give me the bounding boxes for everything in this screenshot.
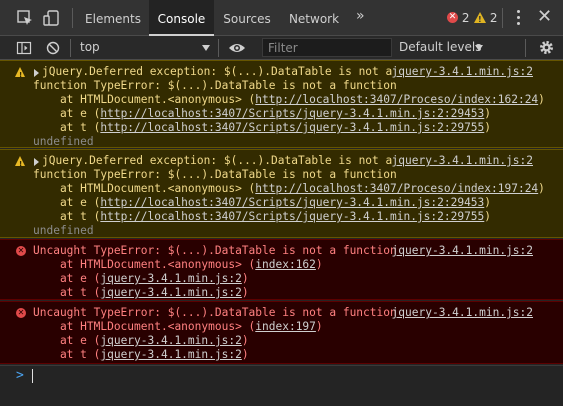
stack-line: at t (jquery-3.4.1.min.js:2) (33, 348, 249, 361)
error-icon: ✕ (16, 246, 26, 256)
warning-icon: ! (15, 156, 25, 168)
stack-link[interactable]: index:197 (255, 320, 316, 333)
stack-line: at e (http://localhost:3407/Scripts/jque… (33, 107, 492, 120)
stack-link[interactable]: jquery-3.4.1.min.js:2 (100, 272, 241, 285)
tab-divider (72, 8, 73, 28)
stack-line: at t (jquery-3.4.1.min.js:2) (33, 286, 249, 299)
clear-console-icon[interactable] (45, 40, 61, 56)
source-link[interactable]: jquery-3.4.1.min.js:2 (392, 306, 533, 320)
console-warning-message[interactable]: ! jQuery.Deferred exception: $(...).Data… (0, 149, 563, 238)
error-counter[interactable]: ✕ 2 (447, 11, 469, 25)
stack-link[interactable]: jquery-3.4.1.min.js:2 (100, 286, 241, 299)
console-warning-message[interactable]: ! jQuery.Deferred exception: $(...).Data… (0, 60, 563, 148)
stack-line: at t (http://localhost:3407/Scripts/jque… (33, 210, 492, 223)
message-text: Uncaught TypeError: $(...).DataTable is … (33, 244, 397, 257)
message-text: jQuery.Deferred exception: $(...).DataTa… (42, 65, 393, 78)
stack-line: at e (jquery-3.4.1.min.js:2) (33, 334, 249, 347)
warning-counter[interactable]: ! 2 (474, 11, 497, 25)
warning-icon: ! (474, 12, 486, 24)
chevron-down-icon[interactable] (475, 45, 483, 51)
inspect-element-icon[interactable] (16, 9, 34, 27)
console-error-message[interactable]: ✕ Uncaught TypeError: $(...).DataTable i… (0, 239, 563, 300)
expand-triangle-icon[interactable] (34, 158, 39, 166)
source-link[interactable]: jquery-3.4.1.min.js:2 (392, 154, 533, 168)
console-error-message[interactable]: ✕ Uncaught TypeError: $(...).DataTable i… (0, 301, 563, 364)
tab-divider (502, 8, 503, 28)
chevron-down-icon[interactable] (202, 45, 210, 51)
return-value: undefined (33, 224, 94, 237)
stack-link[interactable]: http://localhost:3407/Proceso/index:197:… (255, 182, 538, 195)
stack-line: at HTMLDocument.<anonymous> (http://loca… (33, 182, 545, 195)
stack-link[interactable]: http://localhost:3407/Proceso/index:162:… (255, 93, 538, 106)
more-tabs-button[interactable]: » (356, 8, 365, 24)
stack-line: at HTMLDocument.<anonymous> (index:197) (33, 320, 323, 333)
error-count: 2 (461, 11, 470, 25)
stack-line: at HTMLDocument.<anonymous> (index:162) (33, 258, 323, 271)
stack-link[interactable]: jquery-3.4.1.min.js:2 (100, 348, 241, 361)
stack-link[interactable]: jquery-3.4.1.min.js:2 (100, 334, 241, 347)
close-devtools-button[interactable]: ✕ (537, 6, 552, 27)
console-prompt[interactable]: > (0, 365, 563, 385)
context-selector[interactable]: top (80, 40, 100, 54)
tab-console[interactable]: Console (149, 0, 214, 36)
toolbar-divider (525, 39, 526, 57)
stack-line: at e (http://localhost:3407/Scripts/jque… (33, 196, 492, 209)
toolbar-divider (218, 39, 219, 57)
live-expression-eye-icon[interactable] (228, 41, 246, 55)
warning-count: 2 (489, 11, 498, 25)
error-icon: ✕ (447, 12, 458, 23)
message-text: Uncaught TypeError: $(...).DataTable is … (33, 306, 397, 319)
sidebar-toggle-icon[interactable] (16, 40, 32, 56)
return-value: undefined (33, 135, 94, 148)
more-options-icon[interactable] (517, 10, 521, 28)
stack-link[interactable]: http://localhost:3407/Scripts/jquery-3.4… (100, 107, 484, 120)
log-levels-dropdown[interactable]: Default levels (399, 40, 481, 54)
prompt-chevron-icon: > (16, 368, 24, 383)
device-toolbar-icon[interactable] (43, 9, 61, 27)
stack-line: at t (http://localhost:3407/Scripts/jque… (33, 121, 492, 134)
stack-link[interactable]: http://localhost:3407/Scripts/jquery-3.4… (100, 121, 484, 134)
expand-triangle-icon[interactable] (34, 69, 39, 77)
stack-link[interactable]: http://localhost:3407/Scripts/jquery-3.4… (100, 196, 484, 209)
message-text: function TypeError: $(...).DataTable is … (33, 168, 397, 181)
source-link[interactable]: jquery-3.4.1.min.js:2 (392, 244, 533, 258)
tab-sources[interactable]: Sources (216, 0, 278, 36)
console-toolbar: top Default levels (0, 36, 563, 60)
input-caret[interactable] (32, 369, 33, 383)
stack-link[interactable]: index:162 (255, 258, 316, 271)
tab-network[interactable]: Network (280, 0, 348, 36)
stack-line: at HTMLDocument.<anonymous> (http://loca… (33, 93, 545, 106)
toolbar-divider (70, 39, 71, 57)
error-icon: ✕ (16, 308, 26, 318)
message-text: function TypeError: $(...).DataTable is … (33, 79, 397, 92)
gear-icon[interactable] (538, 39, 555, 56)
devtools-tab-bar: Elements Console Sources Network » ✕ 2 !… (0, 0, 563, 36)
stack-link[interactable]: http://localhost:3407/Scripts/jquery-3.4… (100, 210, 484, 223)
warning-icon: ! (15, 67, 25, 79)
tab-elements[interactable]: Elements (79, 0, 147, 36)
message-text: jQuery.Deferred exception: $(...).DataTa… (42, 154, 393, 167)
source-link[interactable]: jquery-3.4.1.min.js:2 (392, 65, 533, 79)
stack-line: at e (jquery-3.4.1.min.js:2) (33, 272, 249, 285)
filter-input[interactable] (262, 38, 392, 57)
